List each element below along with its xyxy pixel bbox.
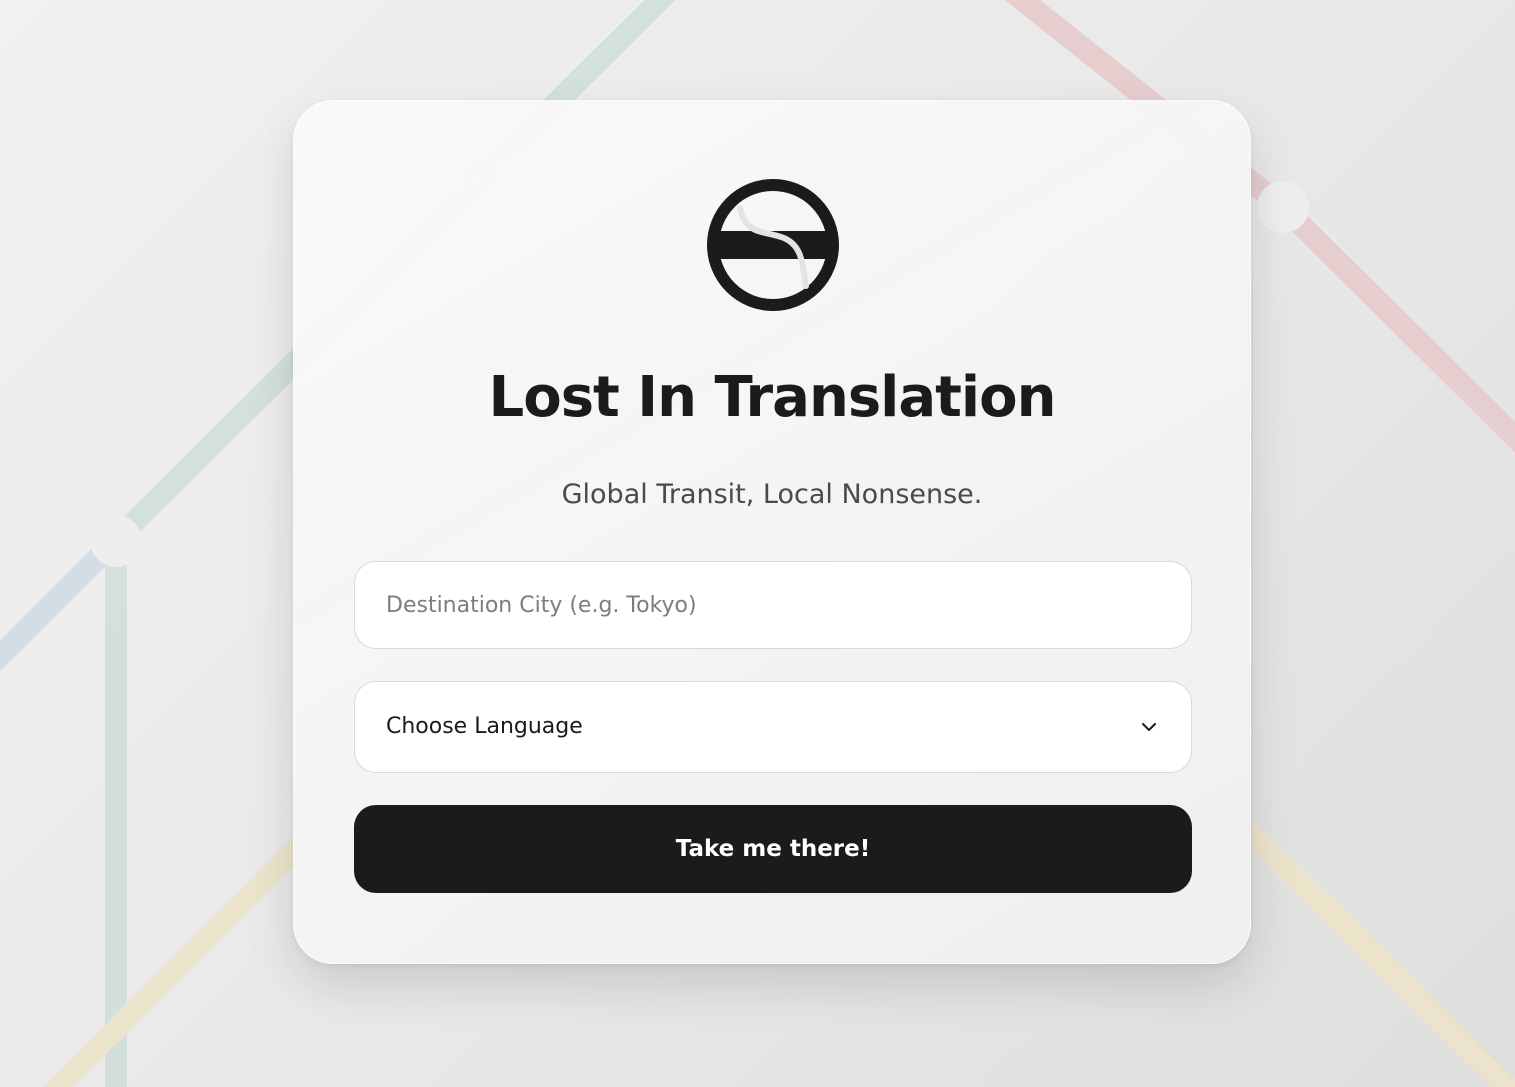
login-card: Lost In Translation Global Transit, Loca… <box>293 100 1251 964</box>
app-tagline: Global Transit, Local Nonsense. <box>561 479 983 510</box>
language-select[interactable]: Choose Language <box>354 681 1192 773</box>
chevron-down-icon <box>1142 723 1156 731</box>
yellow-transit-line <box>42 837 308 1087</box>
station-marker <box>1257 181 1309 233</box>
station-marker <box>90 515 142 567</box>
transit-roundel-icon <box>707 179 839 311</box>
app-title: Lost In Translation <box>488 365 1057 430</box>
destination-field[interactable] <box>354 561 1192 649</box>
destination-city-input[interactable] <box>355 562 1191 648</box>
take-me-there-button[interactable]: Take me there! <box>354 805 1192 893</box>
language-select-value: Choose Language <box>386 714 583 739</box>
yellow-transit-line <box>1240 822 1515 1087</box>
